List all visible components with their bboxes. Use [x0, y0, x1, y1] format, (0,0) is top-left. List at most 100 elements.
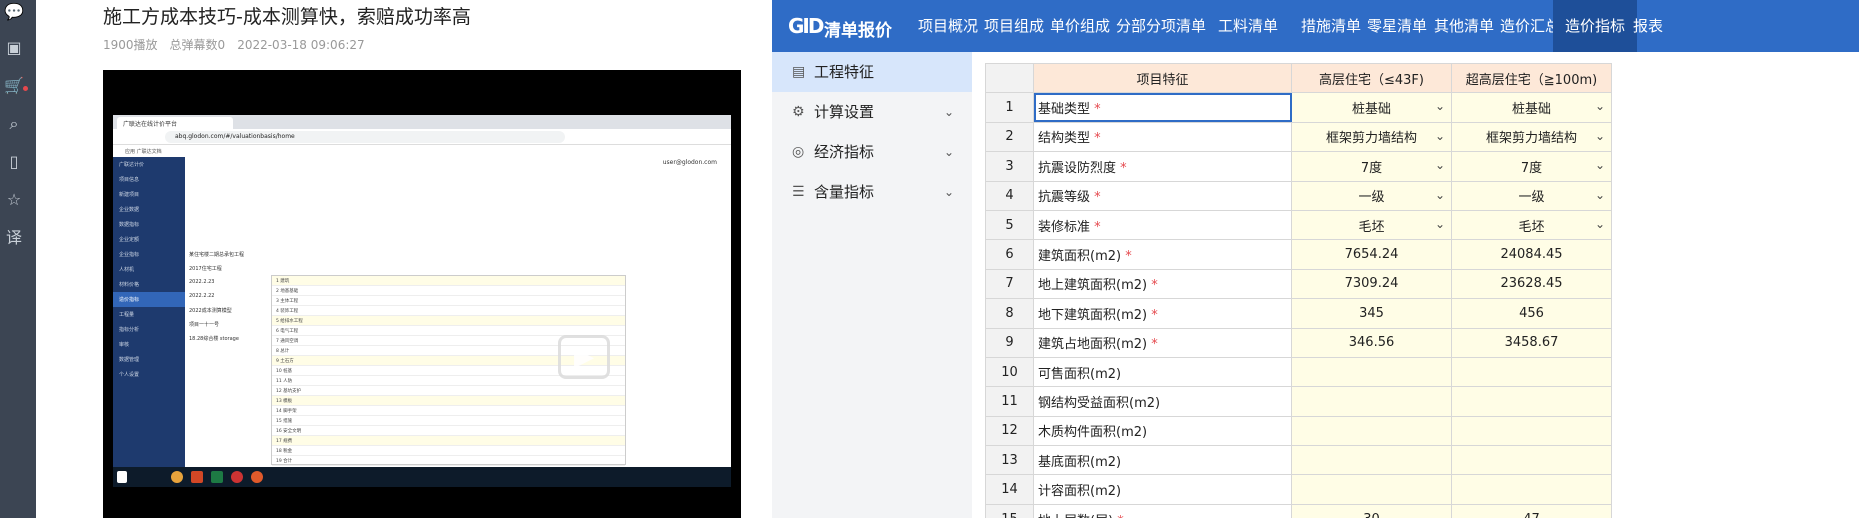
video-icon[interactable]: ▣	[0, 36, 28, 60]
row-number: 3	[985, 151, 1034, 182]
chevron-down-icon[interactable]: ⌄	[1595, 99, 1605, 113]
row-number: 5	[985, 209, 1034, 241]
feature-name-cell[interactable]: 地上建筑面积(m2) *	[1033, 268, 1292, 300]
super-high-rise-value[interactable]: 一级 ⌄	[1451, 180, 1612, 211]
inner-side-item: 新建项目	[119, 192, 140, 198]
high-rise-value[interactable]: 30	[1291, 503, 1452, 518]
high-rise-value[interactable]: 7度 ⌄	[1291, 151, 1452, 182]
feature-label: 地上层数(层)	[1038, 514, 1113, 518]
feature-name-cell[interactable]: 结构类型 *	[1033, 121, 1292, 153]
high-rise-value[interactable]	[1291, 445, 1452, 476]
super-high-rise-value[interactable]: 47	[1451, 503, 1612, 518]
high-rise-value[interactable]: 毛坯 ⌄	[1291, 209, 1452, 241]
panel-item[interactable]: ⚙ 计算设置 ⌄	[772, 92, 972, 132]
feature-name-cell[interactable]: 建筑面积(m2) *	[1033, 239, 1292, 270]
feature-name-cell[interactable]: 抗震设防烈度 *	[1033, 151, 1292, 182]
high-rise-value[interactable]: 7309.24	[1291, 268, 1452, 300]
high-rise-value[interactable]	[1291, 474, 1452, 505]
inner-side-item: 个人设置	[119, 372, 140, 378]
row-number: 10	[985, 356, 1034, 388]
inner-side-item: 材料价格	[119, 282, 140, 288]
translate-icon[interactable]: 译	[0, 226, 28, 250]
inner-list-item: 2017住宅工程	[189, 266, 222, 272]
high-rise-value[interactable]: 345	[1291, 298, 1452, 329]
chevron-down-icon[interactable]: ⌄	[1435, 99, 1445, 113]
inner-side-item: 数据指标	[119, 222, 140, 228]
inner-bookmarks: 应用 广联达文档	[125, 149, 162, 155]
star-icon[interactable]: ☆	[0, 188, 28, 212]
row-number: 15	[985, 503, 1034, 518]
feature-name-cell[interactable]: 可售面积(m2)	[1033, 356, 1292, 388]
high-rise-value[interactable]	[1291, 386, 1452, 417]
feature-label: 结构类型	[1038, 131, 1091, 147]
play-button[interactable]: ▶	[558, 335, 610, 379]
chevron-down-icon[interactable]: ⌄	[1435, 188, 1445, 202]
super-high-rise-value[interactable]	[1451, 415, 1612, 447]
high-rise-value[interactable]	[1291, 356, 1452, 388]
ring-icon: ◎	[792, 144, 805, 160]
cell-value: 3458.67	[1504, 335, 1559, 351]
chevron-down-icon[interactable]: ⌄	[1435, 129, 1445, 143]
super-high-rise-value[interactable]	[1451, 356, 1612, 388]
super-high-rise-value[interactable]: 24084.45	[1451, 239, 1612, 270]
chat-icon[interactable]: 💬	[0, 0, 28, 24]
panel-item[interactable]: ◎ 经济指标 ⌄	[772, 132, 972, 172]
panel-item[interactable]: ▤ 工程特征	[772, 52, 972, 92]
chevron-down-icon[interactable]: ⌄	[1435, 217, 1445, 231]
chevron-down-icon[interactable]: ⌄	[944, 172, 954, 212]
feature-label: 木质构件面积(m2)	[1038, 425, 1148, 441]
feature-label: 抗震设防烈度	[1038, 160, 1117, 176]
video-player[interactable]: 广联达在线计价平台 abq.glodon.com/#/valuationbasi…	[103, 70, 741, 518]
feature-name-cell[interactable]: 抗震等级 *	[1033, 180, 1292, 211]
panel-item[interactable]: ☰ 含量指标 ⌄	[772, 172, 972, 212]
feature-name-cell[interactable]: 地下建筑面积(m2) *	[1033, 298, 1292, 329]
super-high-rise-value[interactable]: 桩基础 ⌄	[1451, 92, 1612, 123]
super-high-rise-value[interactable]	[1451, 474, 1612, 505]
feature-name-cell[interactable]: 基础类型 *	[1033, 92, 1292, 123]
cell-value: 一级	[1518, 190, 1545, 206]
feature-name-cell[interactable]: 装修标准 *	[1033, 209, 1292, 241]
super-high-rise-value[interactable]: 框架剪力墙结构 ⌄	[1451, 121, 1612, 153]
feature-name-cell[interactable]: 木质构件面积(m2)	[1033, 415, 1292, 447]
feature-name-cell[interactable]: 基底面积(m2)	[1033, 445, 1292, 476]
chevron-down-icon[interactable]: ⌄	[1435, 158, 1445, 172]
super-high-rise-value[interactable]: 456	[1451, 298, 1612, 329]
inner-side-item: 企业数据	[119, 207, 140, 213]
high-rise-value[interactable]: 桩基础 ⌄	[1291, 92, 1452, 123]
table-row: 15地上层数(层) *3047	[985, 503, 1612, 518]
chevron-down-icon[interactable]: ⌄	[1595, 158, 1605, 172]
feature-name-cell[interactable]: 建筑占地面积(m2) *	[1033, 327, 1292, 358]
table-row: 9 建筑占地面积(m2) * 346.56 3458.67	[985, 327, 1612, 358]
high-rise-value[interactable]: 一级 ⌄	[1291, 180, 1452, 211]
cell-value: 一级	[1358, 190, 1385, 206]
super-high-rise-value[interactable]	[1451, 445, 1612, 476]
cell-value: 7309.24	[1344, 276, 1399, 292]
chevron-down-icon[interactable]: ⌄	[944, 92, 954, 132]
feature-name-cell[interactable]: 钢结构受益面积(m2)	[1033, 386, 1292, 417]
chevron-down-icon[interactable]: ⌄	[944, 132, 954, 172]
super-high-rise-value[interactable]: 毛坯 ⌄	[1451, 209, 1612, 241]
feature-name-cell[interactable]: 地上层数(层) *	[1033, 503, 1292, 518]
high-rise-value[interactable]: 框架剪力墙结构 ⌄	[1291, 121, 1452, 153]
high-rise-value[interactable]	[1291, 415, 1452, 447]
nav-item[interactable]: 工料清单	[1206, 0, 1290, 52]
search-icon[interactable]: ⌕	[0, 112, 28, 136]
super-high-rise-value[interactable]	[1451, 386, 1612, 417]
book-icon[interactable]: ▯	[0, 150, 28, 174]
high-rise-value[interactable]: 346.56	[1291, 327, 1452, 358]
super-high-rise-value[interactable]: 3458.67	[1451, 327, 1612, 358]
chevron-down-icon[interactable]: ⌄	[1595, 188, 1605, 202]
super-high-rise-value[interactable]: 7度 ⌄	[1451, 151, 1612, 182]
high-rise-value[interactable]: 7654.24	[1291, 239, 1452, 270]
left-sidebar: 💬 ▣ 🛒 ⌕ ▯ ☆ 译	[0, 0, 36, 518]
chevron-down-icon[interactable]: ⌄	[1595, 217, 1605, 231]
chevron-down-icon[interactable]: ⌄	[1595, 129, 1605, 143]
feature-label: 地下建筑面积(m2)	[1038, 307, 1148, 323]
nav-item[interactable]: 报表	[1621, 0, 1675, 52]
gear-icon: ⚙	[792, 104, 805, 120]
nav-item[interactable]: 分部分项清单	[1104, 0, 1218, 52]
super-high-rise-value[interactable]: 23628.45	[1451, 268, 1612, 300]
inner-grid-row: 3 主体工程	[272, 296, 625, 306]
required-mark: *	[1147, 278, 1158, 294]
feature-name-cell[interactable]: 计容面积(m2)	[1033, 474, 1292, 505]
